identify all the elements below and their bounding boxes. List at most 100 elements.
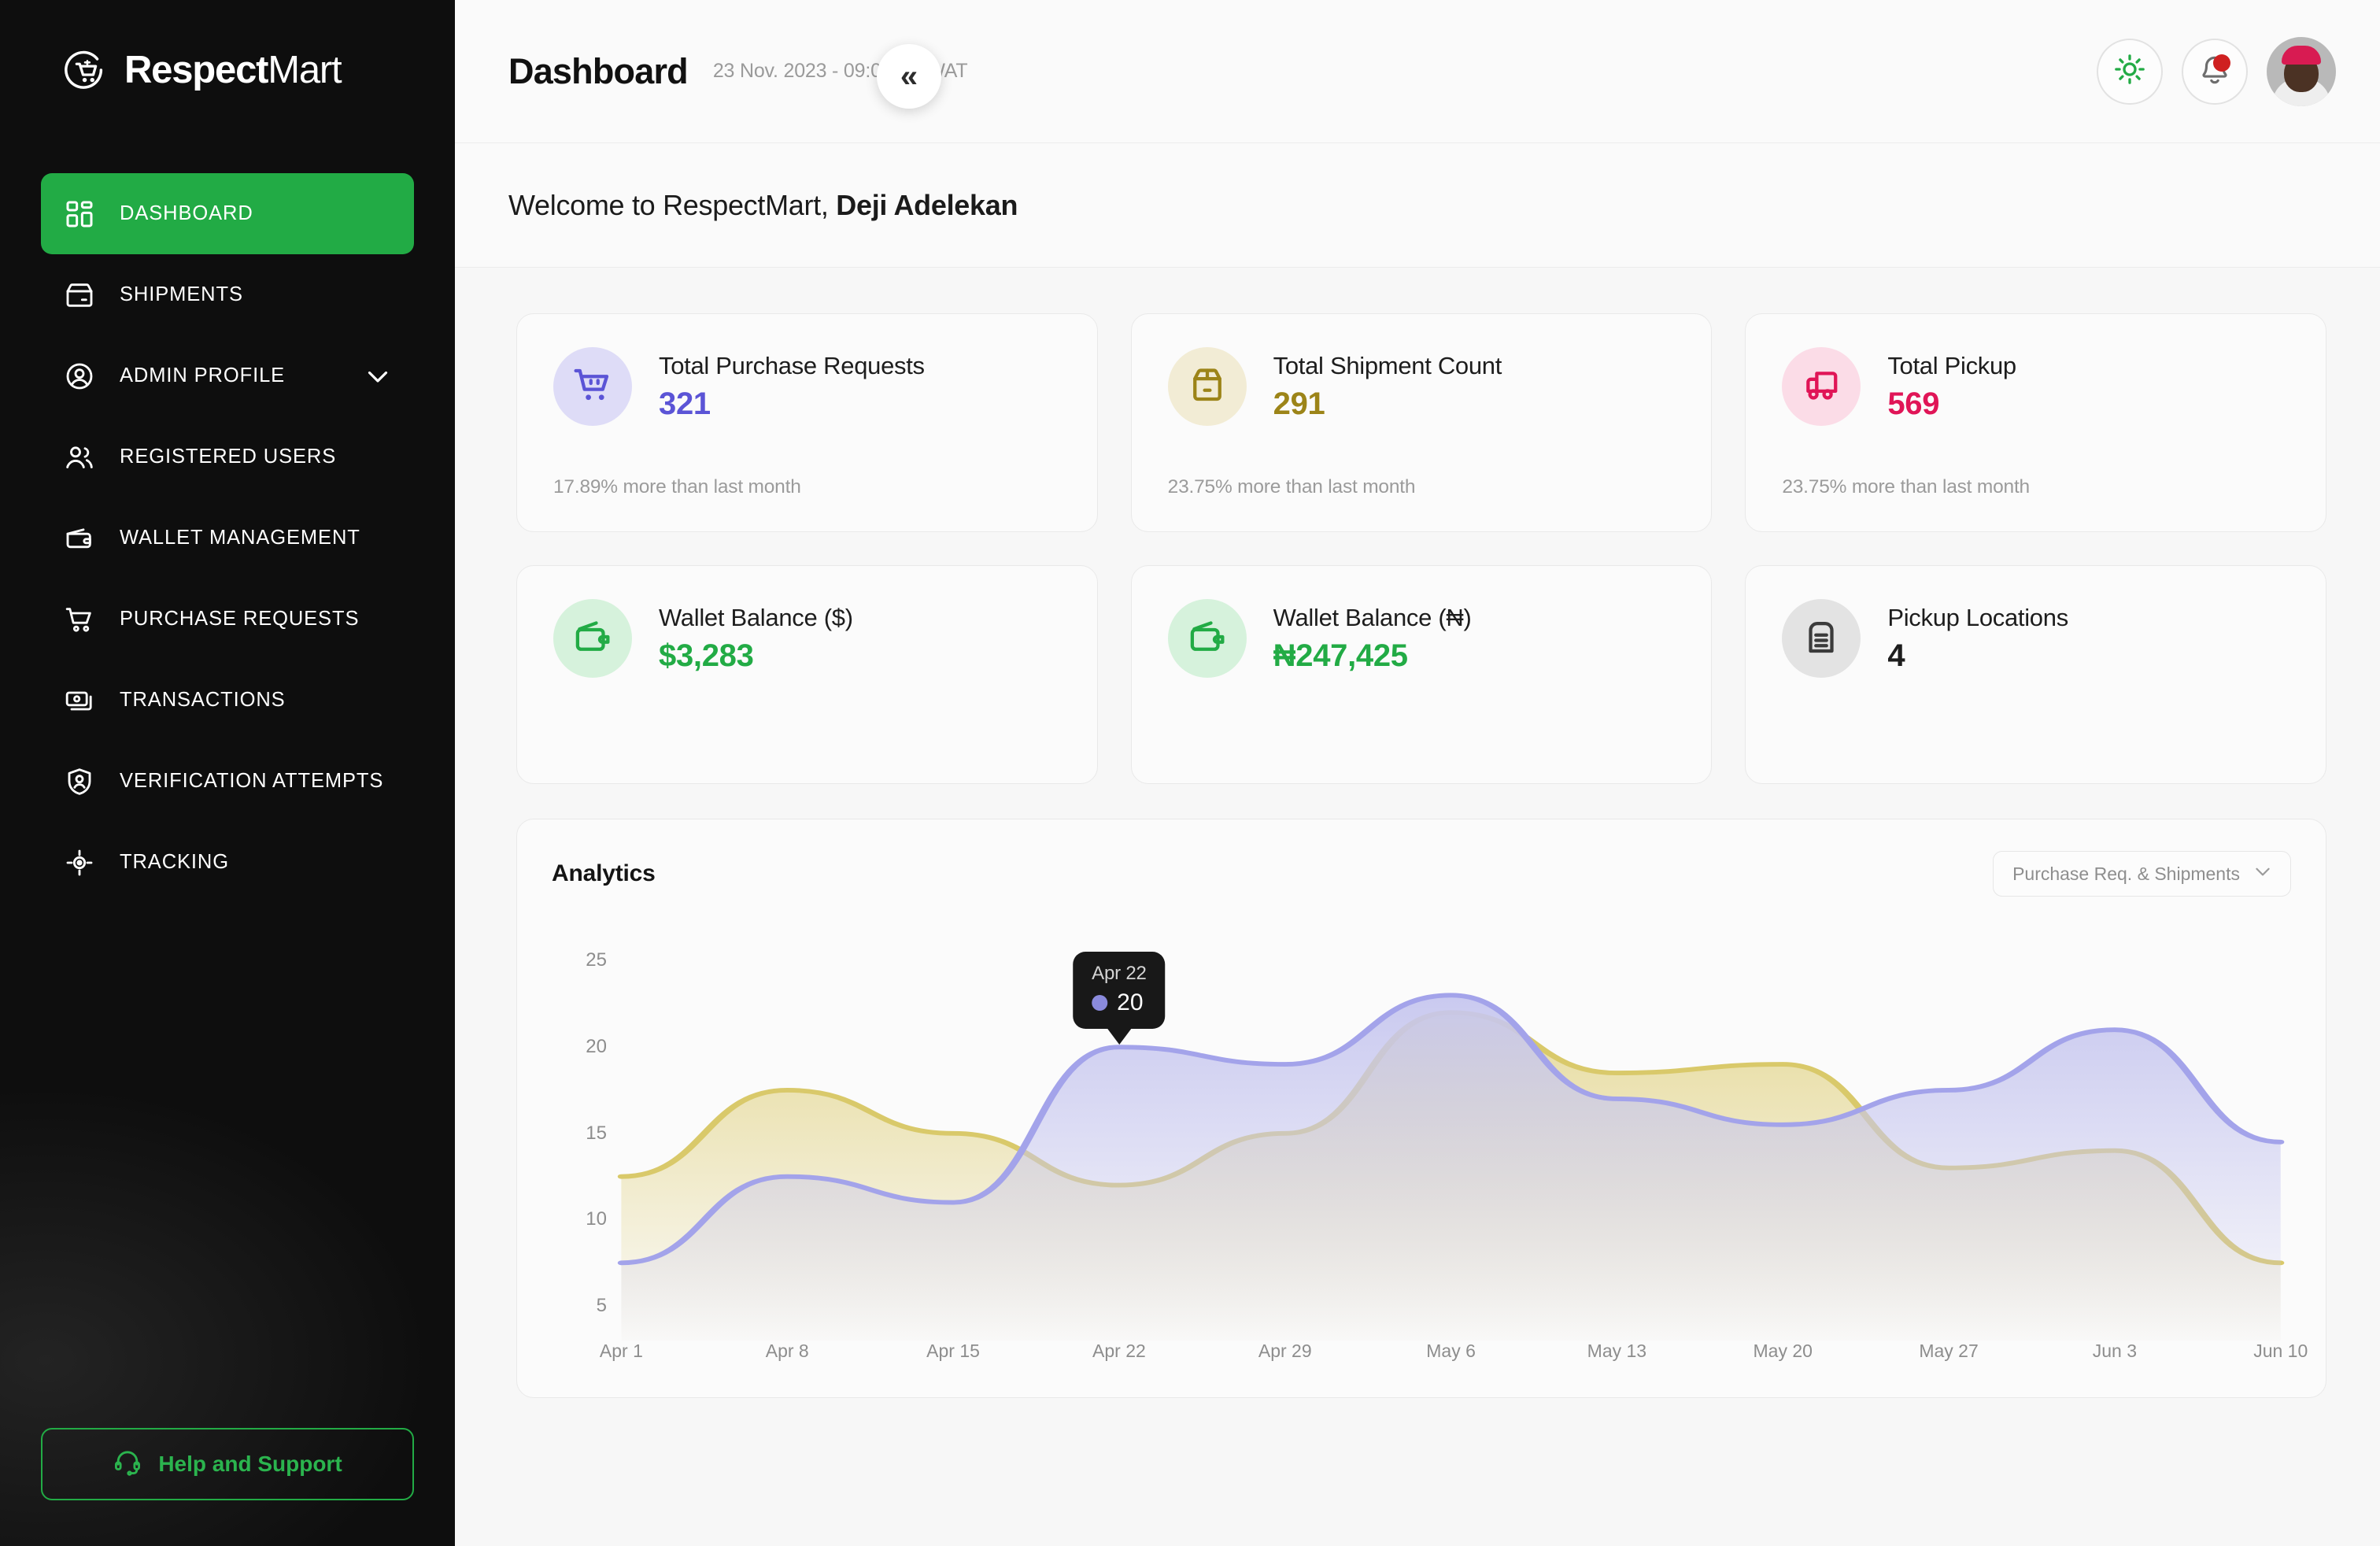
- notifications-button[interactable]: [2182, 39, 2248, 105]
- analytics-filter-value: Purchase Req. & Shipments: [2012, 864, 2240, 885]
- chart-x-tick: May 6: [1426, 1341, 1476, 1362]
- stat-card-total-pickup[interactable]: Total Pickup 569 23.75% more than last m…: [1745, 313, 2326, 532]
- stat-card-text: Pickup Locations 4: [1887, 603, 2068, 674]
- stat-card-label: Total Pickup: [1887, 351, 2016, 382]
- stat-card-label: Wallet Balance (₦): [1273, 603, 1472, 634]
- stat-card-value: ₦247,425: [1273, 638, 1472, 674]
- chart-tooltip-date: Apr 22: [1092, 963, 1147, 985]
- stat-card-value: $3,283: [659, 638, 853, 674]
- sidebar-item-tracking[interactable]: TRACKING: [41, 822, 414, 903]
- wallet-icon: [571, 616, 614, 662]
- chart-x-tick: Apr 22: [1092, 1341, 1146, 1362]
- help-and-support-button[interactable]: Help and Support: [41, 1428, 414, 1500]
- stat-card-header: Wallet Balance (₦) ₦247,425: [1168, 599, 1676, 678]
- sidebar: RespectMart DASHBOARD: [0, 0, 455, 1546]
- notification-unread-badge: [2213, 54, 2230, 72]
- welcome-banner: Welcome to RespectMart, Deji Adelekan: [455, 143, 2380, 268]
- sidebar-item-verification-attempts[interactable]: VERIFICATION ATTEMPTS: [41, 741, 414, 822]
- stat-card-pickup-locations[interactable]: Pickup Locations 4: [1745, 565, 2326, 784]
- chart-tooltip-series-dot: [1092, 995, 1107, 1011]
- sidebar-item-label: DASHBOARD: [120, 202, 253, 225]
- shield-user-icon: [63, 765, 96, 798]
- stat-card-label: Pickup Locations: [1887, 603, 2068, 634]
- headset-icon: [113, 1447, 142, 1482]
- stat-card-text: Wallet Balance (₦) ₦247,425: [1273, 603, 1472, 674]
- users-icon: [63, 441, 96, 474]
- chart-tooltip-row: 20: [1092, 989, 1147, 1016]
- stat-icon-bubble: [1782, 599, 1861, 678]
- chevron-down-icon[interactable]: [364, 362, 392, 390]
- analytics-header: Analytics Purchase Req. & Shipments: [552, 851, 2291, 897]
- stat-card-wallet-balance-usd[interactable]: Wallet Balance ($) $3,283: [516, 565, 1098, 784]
- stat-card-header: Wallet Balance ($) $3,283: [553, 599, 1061, 678]
- chart-x-tick: May 20: [1754, 1341, 1813, 1362]
- stat-card-text: Total Shipment Count 291: [1273, 351, 1502, 422]
- sidebar-item-label: ADMIN PROFILE: [120, 364, 285, 387]
- chart-x-tick: Apr 1: [600, 1341, 643, 1362]
- stat-card-text: Wallet Balance ($) $3,283: [659, 603, 853, 674]
- brand-name: RespectMart: [124, 48, 341, 92]
- chart-tooltip-arrow: [1105, 1026, 1133, 1045]
- truck-icon: [1800, 364, 1842, 410]
- stat-icon-bubble: [553, 599, 632, 678]
- topbar-actions: [2097, 37, 2336, 106]
- chart-x-tick: Jun 3: [2093, 1341, 2137, 1362]
- sidebar-item-transactions[interactable]: TRANSACTIONS: [41, 660, 414, 741]
- chart-x-tick: Jun 10: [2253, 1341, 2308, 1362]
- user-circle-icon: [63, 360, 96, 393]
- theme-toggle-button[interactable]: [2097, 39, 2163, 105]
- chart-x-tick: Apr 15: [926, 1341, 980, 1362]
- analytics-panel: Analytics Purchase Req. & Shipments 5101…: [516, 819, 2326, 1398]
- sidebar-item-label: TRANSACTIONS: [120, 689, 286, 712]
- chart-tooltip-value: 20: [1117, 989, 1143, 1016]
- stat-card-header: Total Shipment Count 291: [1168, 347, 1676, 426]
- stat-card-value: 321: [659, 386, 925, 422]
- stat-card-subtext: 17.89% more than last month: [553, 476, 1061, 498]
- sidebar-item-admin-profile[interactable]: ADMIN PROFILE: [41, 335, 414, 416]
- brand: RespectMart: [0, 0, 455, 94]
- stat-card-text: Total Purchase Requests 321: [659, 351, 925, 422]
- topbar: Dashboard 23 Nov. 2023 - 09:00AM WAT: [455, 0, 2380, 143]
- sidebar-nav: DASHBOARD SHIPMENTS: [0, 173, 455, 903]
- stat-card-wallet-balance-ngn[interactable]: Wallet Balance (₦) ₦247,425: [1131, 565, 1713, 784]
- stat-card-total-purchase-requests[interactable]: Total Purchase Requests 321 17.89% more …: [516, 313, 1098, 532]
- stat-card-header: Pickup Locations 4: [1782, 599, 2289, 678]
- sidebar-item-label: TRACKING: [120, 851, 229, 874]
- welcome-prefix: Welcome to RespectMart,: [508, 189, 829, 221]
- sidebar-item-label: PURCHASE REQUESTS: [120, 608, 359, 631]
- sidebar-item-shipments[interactable]: SHIPMENTS: [41, 254, 414, 335]
- page-title: Dashboard: [508, 51, 688, 92]
- stat-card-total-shipment-count[interactable]: Total Shipment Count 291 23.75% more tha…: [1131, 313, 1713, 532]
- stat-card-value: 291: [1273, 386, 1502, 422]
- stat-cards-grid: Total Purchase Requests 321 17.89% more …: [516, 313, 2326, 784]
- sidebar-item-label: WALLET MANAGEMENT: [120, 527, 360, 549]
- stat-card-text: Total Pickup 569: [1887, 351, 2016, 422]
- stat-card-label: Wallet Balance ($): [659, 603, 853, 634]
- sidebar-item-purchase-requests[interactable]: PURCHASE REQUESTS: [41, 579, 414, 660]
- sidebar-item-label: VERIFICATION ATTEMPTS: [120, 770, 383, 793]
- chart-x-tick: May 27: [1919, 1341, 1978, 1362]
- cart-icon: [63, 603, 96, 636]
- sidebar-item-dashboard[interactable]: DASHBOARD: [41, 173, 414, 254]
- dashboard-icon: [63, 198, 96, 231]
- sidebar-item-label: SHIPMENTS: [120, 283, 243, 306]
- dashboard-content: Total Purchase Requests 321 17.89% more …: [455, 268, 2380, 1546]
- stat-card-label: Total Purchase Requests: [659, 351, 925, 382]
- wallet-icon: [63, 522, 96, 555]
- shopping-cart-icon: [571, 364, 614, 410]
- stat-card-value: 4: [1887, 638, 2068, 674]
- stat-icon-bubble: [553, 347, 632, 426]
- stat-card-header: Total Pickup 569: [1782, 347, 2289, 426]
- analytics-filter-select[interactable]: Purchase Req. & Shipments: [1993, 851, 2291, 897]
- chart-x-tick: Apr 29: [1258, 1341, 1312, 1362]
- sun-icon: [2113, 53, 2146, 90]
- stat-card-subtext: 23.75% more than last month: [1782, 476, 2289, 498]
- sidebar-collapse-toggle[interactable]: «: [877, 44, 941, 109]
- stat-icon-bubble: [1168, 347, 1247, 426]
- stat-card-label: Total Shipment Count: [1273, 351, 1502, 382]
- sidebar-item-wallet-management[interactable]: WALLET MANAGEMENT: [41, 497, 414, 579]
- sidebar-item-label: REGISTERED USERS: [120, 446, 336, 468]
- welcome-username: Deji Adelekan: [836, 189, 1018, 221]
- sidebar-item-registered-users[interactable]: REGISTERED USERS: [41, 416, 414, 497]
- avatar[interactable]: [2267, 37, 2336, 106]
